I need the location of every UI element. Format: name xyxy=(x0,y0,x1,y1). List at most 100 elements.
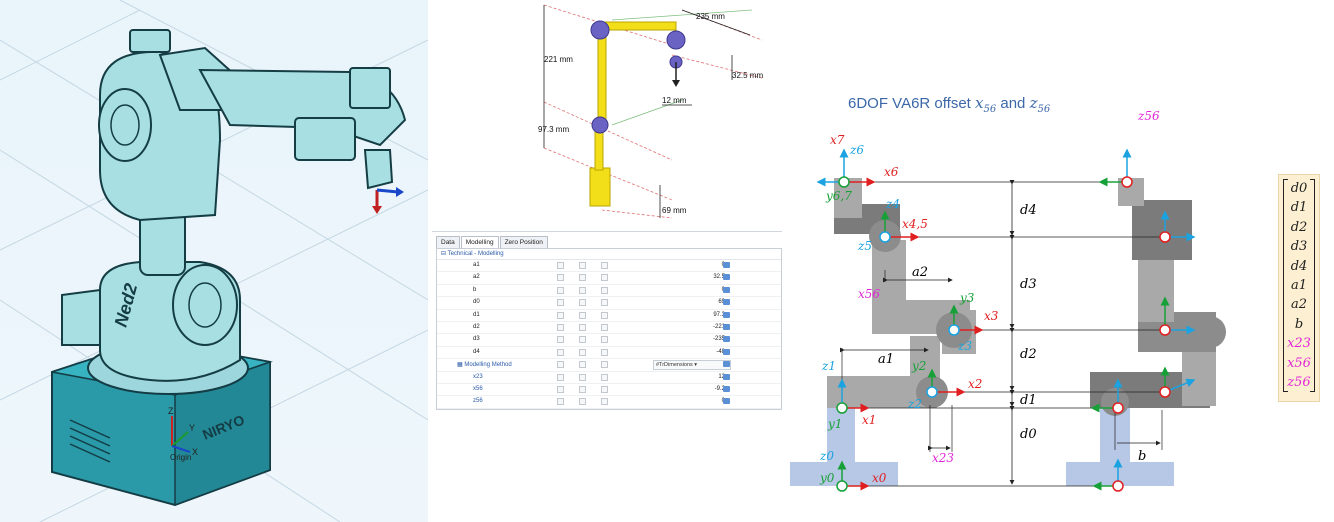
row-checkbox[interactable] xyxy=(579,385,586,393)
link-icon[interactable] xyxy=(723,385,730,392)
row-value[interactable]: 0 xyxy=(655,398,725,404)
table-row[interactable]: z56 0 xyxy=(437,396,781,409)
row-checkbox[interactable] xyxy=(579,348,586,356)
row-checkbox[interactable] xyxy=(557,299,564,307)
legend-item: a2 xyxy=(1290,297,1308,313)
link-icon[interactable] xyxy=(723,336,730,343)
link-icon[interactable] xyxy=(723,373,730,380)
row-value[interactable]: 0 xyxy=(655,262,725,268)
section-header[interactable]: ⊟ Technical - Modelling xyxy=(437,249,781,260)
table-row[interactable]: x56 -9.2 xyxy=(437,384,781,397)
table-row[interactable]: d3 -235 xyxy=(437,334,781,347)
label-z56: z56 xyxy=(1137,109,1160,123)
property-tabs: Data Modelling Zero Position xyxy=(436,236,549,248)
link-icon[interactable] xyxy=(723,274,730,281)
table-row[interactable]: x23 12 xyxy=(437,372,781,384)
viewport-canvas[interactable]: Ned2 NIRYO Z Y X Origin xyxy=(0,0,428,522)
modelling-method-select[interactable]: #TrDimensions ▾ xyxy=(653,360,731,371)
label-x45: x4,5 xyxy=(902,217,928,231)
table-row[interactable]: d1 97.3 xyxy=(437,310,781,322)
table-row[interactable]: d4 -48 xyxy=(437,347,781,360)
row-checkbox[interactable] xyxy=(579,336,586,344)
legend-item: x56 xyxy=(1287,355,1311,371)
kinematic-model-view[interactable]: 221 mm 235 mm 32.5 mm 97.3 mm 12 mm 69 m… xyxy=(432,0,782,232)
row-checkbox[interactable] xyxy=(579,262,586,269)
row-value[interactable]: 32.5 xyxy=(655,274,725,280)
tab-modelling[interactable]: Modelling xyxy=(460,236,499,248)
property-table: ⊟ Technical - Modelling a10 a232.5 b0 d0… xyxy=(436,248,782,410)
row-value[interactable]: 97.3 xyxy=(655,312,725,318)
row-value[interactable]: 12 xyxy=(655,374,725,380)
legend-item: x23 xyxy=(1287,336,1311,352)
row-checkbox[interactable] xyxy=(579,299,586,307)
dim-mid-label: 97.3 mm xyxy=(538,125,569,134)
row-checkbox[interactable] xyxy=(579,311,586,319)
row-name: x56 xyxy=(473,385,483,392)
legend-item: d4 xyxy=(1290,258,1308,274)
link-icon[interactable] xyxy=(723,361,730,368)
row-checkbox[interactable] xyxy=(579,373,586,381)
row-checkbox[interactable] xyxy=(557,385,564,393)
row-checkbox[interactable] xyxy=(557,311,564,319)
link-icon[interactable] xyxy=(723,299,730,306)
label-z3: z3 xyxy=(957,339,972,353)
link-icon[interactable] xyxy=(723,348,730,355)
label-x6: x6 xyxy=(884,165,899,179)
dim-offset-label: 12 mm xyxy=(662,96,687,105)
label-y67: y6,7 xyxy=(825,189,852,203)
row-checkbox[interactable] xyxy=(579,361,586,369)
row-value[interactable]: -48 xyxy=(655,349,725,355)
method-name: Modelling Method xyxy=(464,362,512,369)
link-icon[interactable] xyxy=(723,286,730,293)
row-checkbox[interactable] xyxy=(601,299,608,307)
row-checkbox[interactable] xyxy=(601,323,608,331)
row-checkbox[interactable] xyxy=(601,348,608,356)
table-row[interactable]: a2 32.5 xyxy=(437,272,781,285)
table-row[interactable]: d0 69 xyxy=(437,297,781,310)
row-checkbox[interactable] xyxy=(579,286,586,294)
row-checkbox[interactable] xyxy=(601,286,608,294)
row-checkbox[interactable] xyxy=(601,385,608,393)
table-row-method[interactable]: ▦ Modelling Method #TrDimensions ▾ xyxy=(437,359,781,372)
row-checkbox[interactable] xyxy=(557,361,564,369)
row-checkbox[interactable] xyxy=(557,323,564,331)
row-checkbox[interactable] xyxy=(557,286,564,294)
link-icon[interactable] xyxy=(723,311,730,318)
row-checkbox[interactable] xyxy=(601,336,608,344)
row-checkbox[interactable] xyxy=(601,274,608,282)
row-checkbox[interactable] xyxy=(579,323,586,331)
tab-data[interactable]: Data xyxy=(436,236,460,248)
table-row[interactable]: b0 xyxy=(437,285,781,298)
yellow-arm-model[interactable] xyxy=(589,20,686,207)
row-checkbox[interactable] xyxy=(601,361,608,369)
link-icon[interactable] xyxy=(723,262,730,268)
row-checkbox[interactable] xyxy=(557,274,564,282)
row-checkbox[interactable] xyxy=(601,262,608,269)
table-row[interactable]: a1 0 xyxy=(437,260,781,273)
row-checkbox[interactable] xyxy=(579,398,586,406)
row-value[interactable]: 0 xyxy=(655,287,725,293)
row-value[interactable]: -235 xyxy=(655,336,725,342)
row-checkbox[interactable] xyxy=(601,373,608,381)
row-checkbox[interactable] xyxy=(557,348,564,356)
row-checkbox[interactable] xyxy=(557,373,564,381)
row-checkbox[interactable] xyxy=(579,274,586,282)
row-checkbox[interactable] xyxy=(601,398,608,406)
row-checkbox[interactable] xyxy=(557,336,564,344)
table-row[interactable]: d2 -221 xyxy=(437,322,781,335)
row-value[interactable]: 69 xyxy=(655,299,725,305)
row-checkbox[interactable] xyxy=(557,398,564,406)
link-icon[interactable] xyxy=(723,398,730,405)
row-checkbox[interactable] xyxy=(557,262,564,269)
row-value[interactable]: -9.2 xyxy=(655,386,725,392)
label-z6: z6 xyxy=(849,143,864,157)
row-name: d0 xyxy=(473,299,480,306)
row-value[interactable]: -221 xyxy=(655,324,725,330)
row-name: b xyxy=(473,286,477,293)
tab-zero-position[interactable]: Zero Position xyxy=(499,236,548,248)
row-checkbox[interactable] xyxy=(601,311,608,319)
label-x56: x56 xyxy=(858,287,880,301)
link-icon[interactable] xyxy=(723,323,730,330)
robot-3d-viewport[interactable]: Ned2 NIRYO Z Y X Origin xyxy=(0,0,428,522)
label-x23: x23 xyxy=(932,451,954,465)
